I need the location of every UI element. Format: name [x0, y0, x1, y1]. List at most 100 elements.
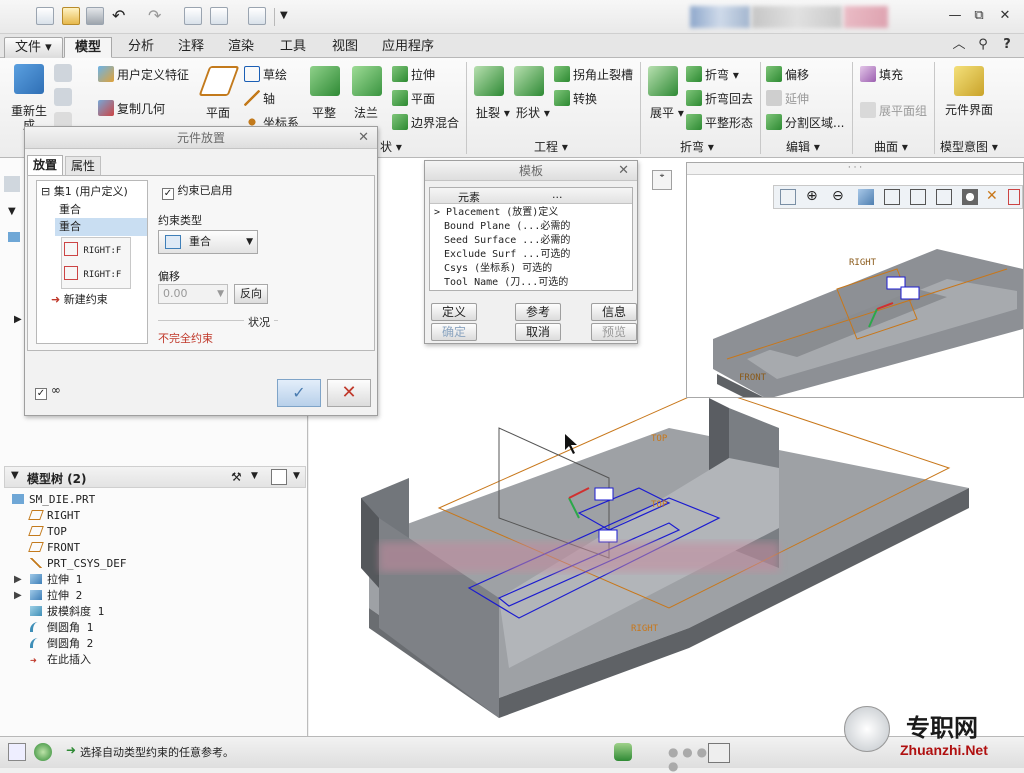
constraint-set[interactable]: ⊟ 集1 (用户定义)	[41, 183, 128, 199]
define-button[interactable]: 定义	[431, 303, 477, 321]
close-icon[interactable]: ✕	[618, 161, 629, 181]
tree-item-draft-1[interactable]: 拔模斜度 1	[30, 604, 104, 620]
collapse-icon[interactable]: ▼	[11, 470, 19, 481]
tree-item-front[interactable]: FRONT	[28, 540, 80, 556]
tab-placement[interactable]: 放置	[27, 155, 63, 175]
bend-back-button[interactable]: 折弯回去	[686, 90, 753, 107]
dialog-title[interactable]: 元件放置	[25, 127, 377, 149]
windows-icon[interactable]	[210, 7, 228, 25]
tree-item-insert-here[interactable]: ➜ 在此插入	[30, 652, 91, 668]
dropdown-icon[interactable]: ▼	[293, 471, 300, 481]
offset-button[interactable]: 偏移	[766, 66, 809, 83]
close-window-icon[interactable]	[248, 7, 266, 25]
preview-checkbox[interactable]: ✓ ∞	[35, 383, 61, 400]
convert-button[interactable]: 转换	[554, 90, 597, 107]
zoom-out-icon[interactable]: ⊖	[832, 188, 844, 204]
saved-views-icon[interactable]	[910, 189, 926, 205]
planar-button[interactable]: 平面	[392, 90, 435, 107]
rip-button[interactable]: 扯裂 ▾	[476, 104, 510, 121]
constraint-tag[interactable]	[598, 529, 618, 543]
table-row[interactable]: Csys (坐标系) 可选的	[444, 262, 552, 276]
form-button[interactable]: 形状 ▾	[516, 104, 550, 121]
component-window[interactable]: · · · ⊕ ⊖ ✕ RIGHT FRONT	[686, 162, 1024, 398]
tree-item-right[interactable]: RIGHT	[28, 508, 80, 524]
expand-icon[interactable]: ▶	[14, 574, 22, 585]
close-icon[interactable]: ✕	[358, 127, 369, 149]
regenerate-icon[interactable]	[184, 7, 202, 25]
fill-button[interactable]: 填充	[860, 66, 903, 83]
component-interface-button[interactable]: 元件界面	[944, 104, 994, 117]
info-button[interactable]: 信息	[591, 303, 637, 321]
group-engineering[interactable]: 工程 ▾	[534, 138, 568, 156]
redo-icon[interactable]: ↷	[148, 7, 166, 25]
table-row[interactable]: Seed Surface ...必需的	[444, 234, 570, 248]
settings-icon[interactable]: ⚒	[231, 470, 247, 484]
datum-label-top-2[interactable]: TOP	[651, 500, 667, 510]
zoom-in-icon[interactable]: ⊕	[806, 188, 818, 204]
datum-label-right[interactable]: RIGHT	[631, 624, 658, 634]
search-icon[interactable]: ⚲	[974, 37, 992, 53]
unbend-button[interactable]: 展平 ▾	[650, 104, 684, 121]
split-region-button[interactable]: 分割区域...	[766, 114, 844, 131]
flip-button[interactable]: 反向	[234, 284, 268, 304]
spin-center-icon[interactable]	[1008, 189, 1020, 205]
group-bend[interactable]: 折弯 ▾	[680, 138, 714, 156]
group-model-intent[interactable]: 模型意图 ▾	[940, 138, 998, 156]
window-grip[interactable]: · · ·	[687, 163, 1023, 175]
open-folder-icon[interactable]	[62, 7, 80, 25]
corner-relief-button[interactable]: 拐角止裂槽	[554, 66, 633, 83]
constraint-tag[interactable]	[900, 286, 920, 300]
constraint-item-2[interactable]: 重合	[55, 218, 147, 236]
dropdown-icon[interactable]: ▼	[251, 471, 258, 481]
extrude-button[interactable]: 拉伸	[392, 66, 435, 83]
table-row[interactable]: > Placement (放置)定义	[434, 206, 558, 220]
ok-button[interactable]: 确定	[431, 323, 477, 341]
offset-input[interactable]: 0.00 ▼	[158, 284, 228, 304]
new-constraint-link[interactable]: ➜ 新建约束	[51, 291, 108, 307]
dialog-title[interactable]: 模板	[425, 161, 637, 181]
plane-button[interactable]: 平面	[206, 104, 230, 121]
flat-wall-button[interactable]: 平整	[312, 104, 336, 121]
datum-label-top[interactable]: TOP	[651, 434, 667, 444]
undo-icon[interactable]: ↶	[112, 7, 130, 25]
selection-filter-icon[interactable]	[708, 743, 730, 763]
tab-analysis[interactable]: 分析	[118, 37, 164, 58]
restore-button[interactable]: ⧉	[970, 8, 988, 24]
constraint-item-1[interactable]: 重合	[59, 201, 81, 217]
flange-wall-button[interactable]: 法兰	[354, 104, 378, 121]
datum-label-right[interactable]: RIGHT	[849, 258, 876, 268]
cancel-button[interactable]: ✕	[327, 379, 371, 407]
reference-1[interactable]: RIGHT:F	[64, 242, 121, 256]
tree-item-csys[interactable]: PRT_CSYS_DEF	[30, 556, 126, 572]
copy-geometry-button[interactable]: 复制几何	[98, 100, 165, 117]
expand-icon[interactable]: ▶	[14, 590, 22, 601]
zoom-fit-icon[interactable]	[780, 189, 796, 205]
navigator-toggle-icon[interactable]	[8, 743, 26, 761]
sketch-button[interactable]: 草绘	[244, 66, 287, 83]
flat-pattern-button[interactable]: 平整形态	[686, 114, 753, 131]
group-editing[interactable]: 编辑 ▾	[786, 138, 820, 156]
show-icon[interactable]	[271, 469, 287, 485]
tab-view[interactable]: 视图	[322, 37, 368, 58]
table-row[interactable]: Tool Name (刀...可选的	[444, 276, 568, 290]
tree-item-extrude-1[interactable]: 拉伸 1	[30, 572, 82, 588]
tree-item-round-1[interactable]: 倒圆角 1	[30, 620, 93, 636]
flatten-quilt-button[interactable]: 展平面组	[860, 102, 927, 119]
column-header-element[interactable]: 元素	[458, 189, 480, 205]
tab-properties[interactable]: 属性	[65, 156, 101, 175]
tab-tools[interactable]: 工具	[270, 37, 316, 58]
customize-icon[interactable]: ▼	[280, 7, 298, 25]
filter-icon[interactable]: ⌖	[652, 170, 672, 190]
datum-display-icon[interactable]: ✕	[986, 188, 998, 204]
table-row[interactable]: Exclude Surf ...可选的	[444, 248, 570, 262]
tab-annotate[interactable]: 注释	[168, 37, 214, 58]
tab-render[interactable]: 渲染	[218, 37, 264, 58]
constraint-type-select[interactable]: 重合 ▼	[158, 230, 258, 254]
tab-model[interactable]: 模型	[64, 37, 113, 58]
preview-button[interactable]: 预览	[591, 323, 637, 341]
user-defined-feature-button[interactable]: 用户定义特征	[98, 66, 189, 83]
view-manager-icon[interactable]	[936, 189, 952, 205]
datum-label-front[interactable]: FRONT	[739, 373, 766, 383]
display-style-icon[interactable]	[884, 189, 900, 205]
bend-button[interactable]: 折弯 ▾	[686, 66, 739, 83]
